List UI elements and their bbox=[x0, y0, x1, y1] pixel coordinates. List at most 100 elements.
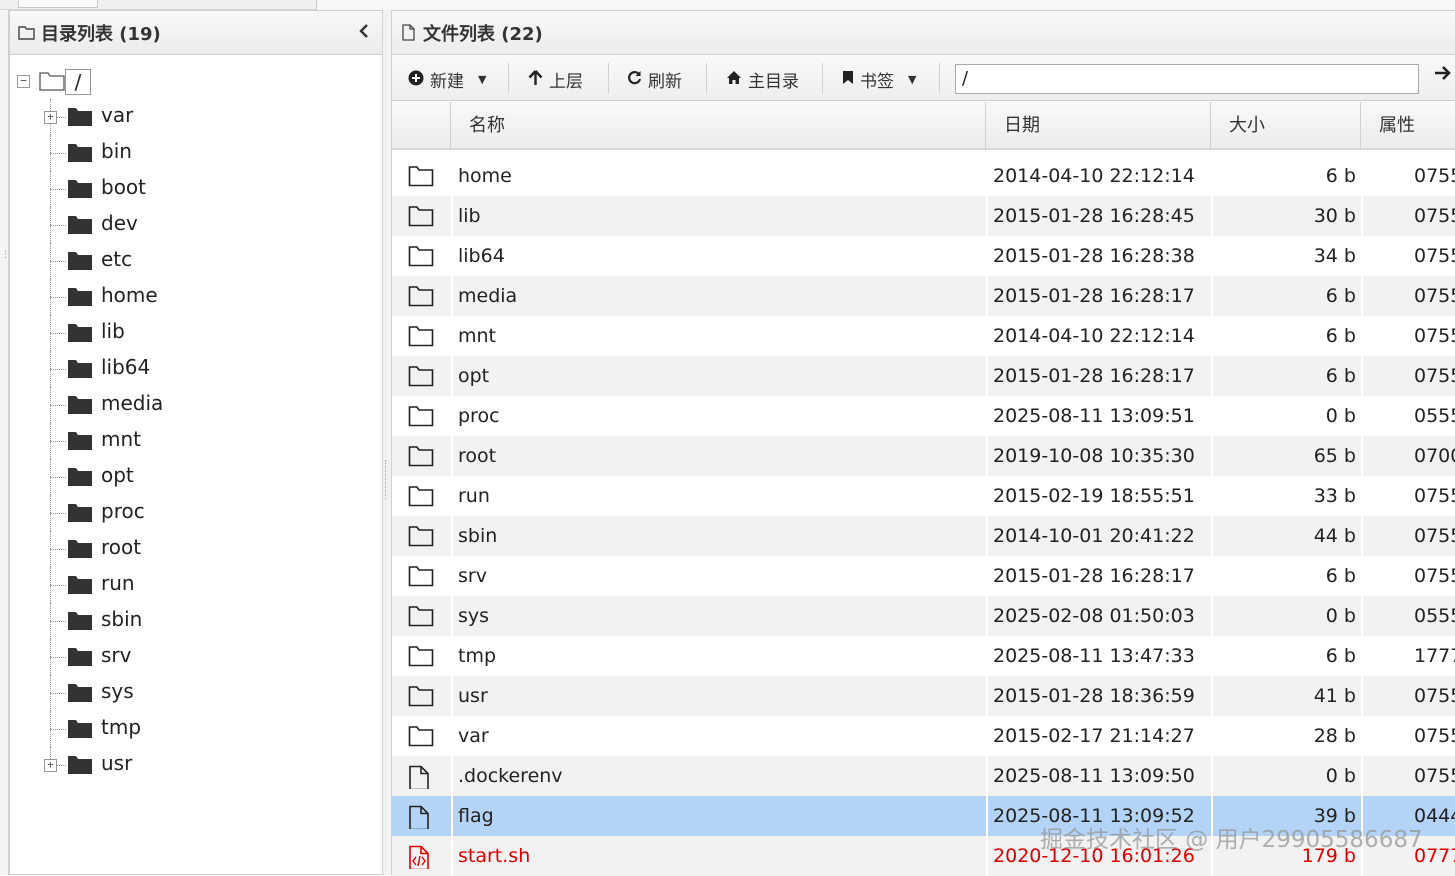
file-attr: 0755 bbox=[1414, 165, 1455, 187]
tree-root-label[interactable]: / bbox=[65, 69, 91, 95]
file-attr: 0755 bbox=[1414, 485, 1455, 507]
file-name[interactable]: proc bbox=[458, 396, 978, 436]
tree-item[interactable]: etc bbox=[10, 243, 382, 279]
file-name[interactable]: flag bbox=[458, 796, 978, 836]
tree-item[interactable]: opt bbox=[10, 459, 382, 495]
file-name[interactable]: usr bbox=[458, 676, 978, 716]
file-size: 179 b bbox=[1301, 845, 1356, 867]
size-column-header[interactable]: 大小 bbox=[1211, 102, 1361, 150]
file-attr: 0555 bbox=[1414, 605, 1455, 627]
tree-item[interactable]: lib64 bbox=[10, 351, 382, 387]
column-divider bbox=[451, 676, 453, 716]
tree-item[interactable]: bin bbox=[10, 135, 382, 171]
file-name[interactable]: lib bbox=[458, 196, 978, 236]
tree-item[interactable]: run bbox=[10, 567, 382, 603]
file-name[interactable]: media bbox=[458, 276, 978, 316]
file-row[interactable]: start.sh 2020-12-10 16:01:26 179 b 0777 bbox=[392, 836, 1455, 876]
file-size: 0 b bbox=[1325, 405, 1356, 427]
file-row[interactable]: lib 2015-01-28 16:28:45 30 b 0755 bbox=[392, 196, 1455, 236]
file-name[interactable]: root bbox=[458, 436, 978, 476]
column-divider bbox=[451, 156, 453, 196]
file-row[interactable]: opt 2015-01-28 16:28:17 6 b 0755 bbox=[392, 356, 1455, 396]
name-column-header[interactable]: 名称 bbox=[451, 102, 986, 150]
date-column-header[interactable]: 日期 bbox=[986, 102, 1211, 150]
tree-guide-line bbox=[50, 297, 66, 298]
file-name[interactable]: opt bbox=[458, 356, 978, 396]
folder-icon bbox=[67, 755, 93, 780]
file-row[interactable]: mnt 2014-04-10 22:12:14 6 b 0755 bbox=[392, 316, 1455, 356]
folder-outline-icon bbox=[408, 445, 434, 469]
new-button[interactable]: 新建 ▼ bbox=[408, 67, 486, 92]
collapse-toggle-icon[interactable]: − bbox=[17, 75, 30, 88]
tree-item[interactable]: boot bbox=[10, 171, 382, 207]
home-dir-button[interactable]: 主目录 bbox=[726, 67, 799, 92]
file-name[interactable]: tmp bbox=[458, 636, 978, 676]
tree-item[interactable]: sbin bbox=[10, 603, 382, 639]
file-name[interactable]: srv bbox=[458, 556, 978, 596]
file-row[interactable]: tmp 2025-08-11 13:47:33 6 b 1777 bbox=[392, 636, 1455, 676]
folder-outline-icon bbox=[408, 205, 434, 229]
file-row[interactable]: proc 2025-08-11 13:09:51 0 b 0555 bbox=[392, 396, 1455, 436]
file-row[interactable]: var 2015-02-17 21:14:27 28 b 0755 bbox=[392, 716, 1455, 756]
file-row[interactable]: sbin 2014-10-01 20:41:22 44 b 0755 bbox=[392, 516, 1455, 556]
file-name[interactable]: .dockerenv bbox=[458, 756, 978, 796]
folder-outline-icon bbox=[18, 24, 35, 41]
tree-item[interactable]: tmp bbox=[10, 711, 382, 747]
column-divider bbox=[1361, 836, 1363, 876]
file-row[interactable]: srv 2015-01-28 16:28:17 6 b 0755 bbox=[392, 556, 1455, 596]
file-name[interactable]: run bbox=[458, 476, 978, 516]
folder-outline-icon bbox=[408, 285, 434, 309]
file-name[interactable]: start.sh bbox=[458, 836, 978, 876]
expand-toggle-icon[interactable]: + bbox=[44, 111, 57, 124]
file-name[interactable]: sbin bbox=[458, 516, 978, 556]
file-row[interactable]: root 2019-10-08 10:35:30 65 b 0700 bbox=[392, 436, 1455, 476]
tree-item[interactable]: srv bbox=[10, 639, 382, 675]
folder-outline-icon bbox=[408, 245, 434, 269]
file-row[interactable]: sys 2025-02-08 01:50:03 0 b 0555 bbox=[392, 596, 1455, 636]
tree-item[interactable]: sys bbox=[10, 675, 382, 711]
path-input[interactable]: / bbox=[955, 64, 1419, 94]
file-name[interactable]: var bbox=[458, 716, 978, 756]
attr-column-header[interactable]: 属性 bbox=[1361, 102, 1455, 150]
file-size: 6 b bbox=[1325, 325, 1356, 347]
file-name[interactable]: lib64 bbox=[458, 236, 978, 276]
file-table-body: home 2014-04-10 22:12:14 6 b 0755 lib 2015-01… bbox=[392, 156, 1455, 876]
file-row[interactable]: .dockerenv 2025-08-11 13:09:50 0 b 0755 bbox=[392, 756, 1455, 796]
tree-item[interactable]: mnt bbox=[10, 423, 382, 459]
tree-item[interactable]: + usr bbox=[10, 747, 382, 783]
collapse-panel-button[interactable] bbox=[358, 23, 370, 44]
tree-item[interactable]: lib bbox=[10, 315, 382, 351]
tree-item[interactable]: media bbox=[10, 387, 382, 423]
tree-item[interactable]: root bbox=[10, 531, 382, 567]
home-icon bbox=[726, 70, 742, 89]
panel-splitter[interactable] bbox=[383, 10, 392, 875]
file-row[interactable]: lib64 2015-01-28 16:28:38 34 b 0755 bbox=[392, 236, 1455, 276]
file-row[interactable]: usr 2015-01-28 18:36:59 41 b 0755 bbox=[392, 676, 1455, 716]
file-row[interactable]: media 2015-01-28 16:28:17 6 b 0755 bbox=[392, 276, 1455, 316]
tree-root-node[interactable]: − / bbox=[10, 65, 382, 99]
file-name[interactable]: mnt bbox=[458, 316, 978, 356]
column-divider bbox=[1361, 756, 1363, 796]
up-level-label: 上层 bbox=[549, 72, 583, 92]
toolbar-divider bbox=[508, 63, 509, 93]
column-divider bbox=[986, 396, 988, 436]
up-level-button[interactable]: 上层 bbox=[528, 67, 583, 92]
tree-item[interactable]: home bbox=[10, 279, 382, 315]
file-row[interactable]: home 2014-04-10 22:12:14 6 b 0755 bbox=[392, 156, 1455, 196]
refresh-button[interactable]: 刷新 bbox=[627, 67, 682, 92]
tree-guide-line bbox=[50, 693, 66, 694]
left-edge-handle[interactable]: ⋮ bbox=[0, 10, 10, 875]
column-divider bbox=[1361, 716, 1363, 756]
bookmark-button[interactable]: 书签 ▼ bbox=[842, 67, 916, 92]
file-row[interactable]: flag 2025-08-11 13:09:52 39 b 0444 bbox=[392, 796, 1455, 836]
file-name[interactable]: home bbox=[458, 156, 978, 196]
tree-item[interactable]: proc bbox=[10, 495, 382, 531]
column-divider bbox=[1361, 516, 1363, 556]
top-tab[interactable] bbox=[18, 0, 98, 8]
file-row[interactable]: run 2015-02-19 18:55:51 33 b 0755 bbox=[392, 476, 1455, 516]
tree-item[interactable]: dev bbox=[10, 207, 382, 243]
file-name[interactable]: sys bbox=[458, 596, 978, 636]
go-arrow-icon[interactable] bbox=[1434, 65, 1452, 86]
expand-toggle-icon[interactable]: + bbox=[44, 759, 57, 772]
tree-item[interactable]: + var bbox=[10, 99, 382, 135]
